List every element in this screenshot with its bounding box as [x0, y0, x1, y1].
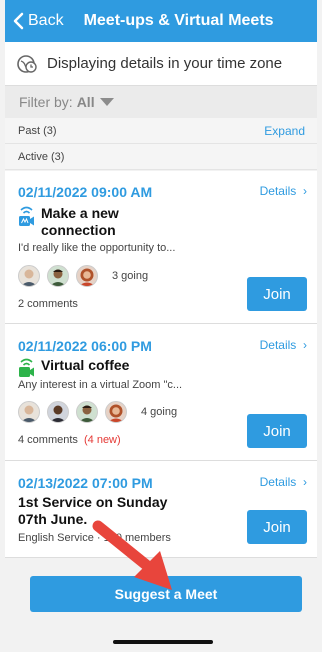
section-active: Active (3) [5, 144, 317, 170]
suggest-meet-button[interactable]: Suggest a Meet [30, 576, 302, 612]
home-indicator [113, 640, 213, 644]
video-camera-icon [18, 206, 35, 228]
event-card[interactable]: 02/11/2022 09:00 AM Details › Make a new… [5, 171, 317, 324]
event-date: 02/11/2022 06:00 PM [18, 338, 152, 354]
event-title-row: Virtual coffee [18, 357, 129, 378]
back-button[interactable]: Back [5, 12, 64, 30]
avatar [47, 401, 69, 423]
avatar [47, 265, 69, 287]
event-title: Virtual coffee [41, 357, 130, 373]
details-link[interactable]: Details › [260, 184, 307, 198]
event-service-name: English Service [18, 532, 94, 544]
avatar [76, 265, 98, 287]
timezone-notice: Displaying details in your time zone [5, 42, 317, 86]
comments-link[interactable]: 2 comments [18, 298, 78, 310]
section-active-label: Active (3) [18, 150, 65, 163]
join-button[interactable]: Join [247, 414, 307, 448]
details-label: Details [259, 475, 297, 489]
event-title: Make a new connection [41, 205, 119, 238]
details-link[interactable]: Details › [260, 475, 307, 489]
avatar [18, 265, 40, 287]
event-description: English Service · 100 members [18, 532, 171, 544]
chevron-right-icon: › [299, 475, 307, 489]
caret-down-icon [99, 98, 114, 106]
avatar [105, 401, 127, 423]
page-title: Meet-ups & Virtual Meets [83, 12, 274, 29]
event-description: Any interest in a virtual Zoom "c... [18, 379, 183, 391]
going-count: 4 going [141, 406, 178, 418]
new-comments-badge: (4 new) [83, 434, 121, 446]
attendee-avatars[interactable]: 4 going [18, 401, 177, 423]
details-label: Details [259, 184, 297, 198]
comments-count: 4 comments [18, 434, 78, 446]
section-past-label: Past (3) [18, 124, 57, 137]
details-label: Details [259, 338, 297, 352]
event-card[interactable]: 02/11/2022 06:00 PM Details › Virtual co… [5, 324, 317, 461]
join-button[interactable]: Join [247, 277, 307, 311]
video-camera-icon [18, 358, 35, 378]
event-title: 1st Service on Sunday 07th June. [18, 494, 168, 527]
filter-dropdown[interactable]: Filter by: All [5, 86, 317, 118]
chevron-right-icon: › [299, 338, 307, 352]
details-link[interactable]: Details › [260, 338, 307, 352]
separator-dot: · [93, 532, 104, 544]
navigation-bar: Back Meet-ups & Virtual Meets [5, 0, 317, 42]
event-card[interactable]: 02/13/2022 07:00 PM Details › 1st Servic… [5, 461, 317, 558]
filter-label: Filter by: [19, 94, 73, 110]
comments-count: 2 comments [18, 298, 78, 310]
filter-value: All [76, 94, 95, 110]
expand-link[interactable]: Expand [264, 124, 305, 138]
chevron-left-icon [13, 12, 24, 30]
event-date: 02/11/2022 09:00 AM [18, 184, 153, 200]
globe-clock-icon [17, 54, 37, 74]
event-title-row: Make a new connection [18, 205, 151, 239]
back-label: Back [28, 12, 64, 29]
avatar [76, 401, 98, 423]
event-description: I'd really like the opportunity to... [18, 242, 176, 254]
timezone-text: Displaying details in your time zone [47, 55, 283, 72]
chevron-right-icon: › [299, 184, 307, 198]
members-count: 100 members [103, 532, 171, 544]
event-title-row: 1st Service on Sunday 07th June. [18, 494, 178, 528]
bottom-bar: Suggest a Meet [5, 558, 317, 652]
section-past: Past (3) Expand [5, 118, 317, 144]
attendee-avatars[interactable]: 3 going [18, 265, 148, 287]
join-button[interactable]: Join [247, 510, 307, 544]
avatar [18, 401, 40, 423]
going-count: 3 going [112, 270, 149, 282]
event-date: 02/13/2022 07:00 PM [18, 475, 153, 491]
comments-link[interactable]: 4 comments (4 new) [18, 434, 121, 446]
